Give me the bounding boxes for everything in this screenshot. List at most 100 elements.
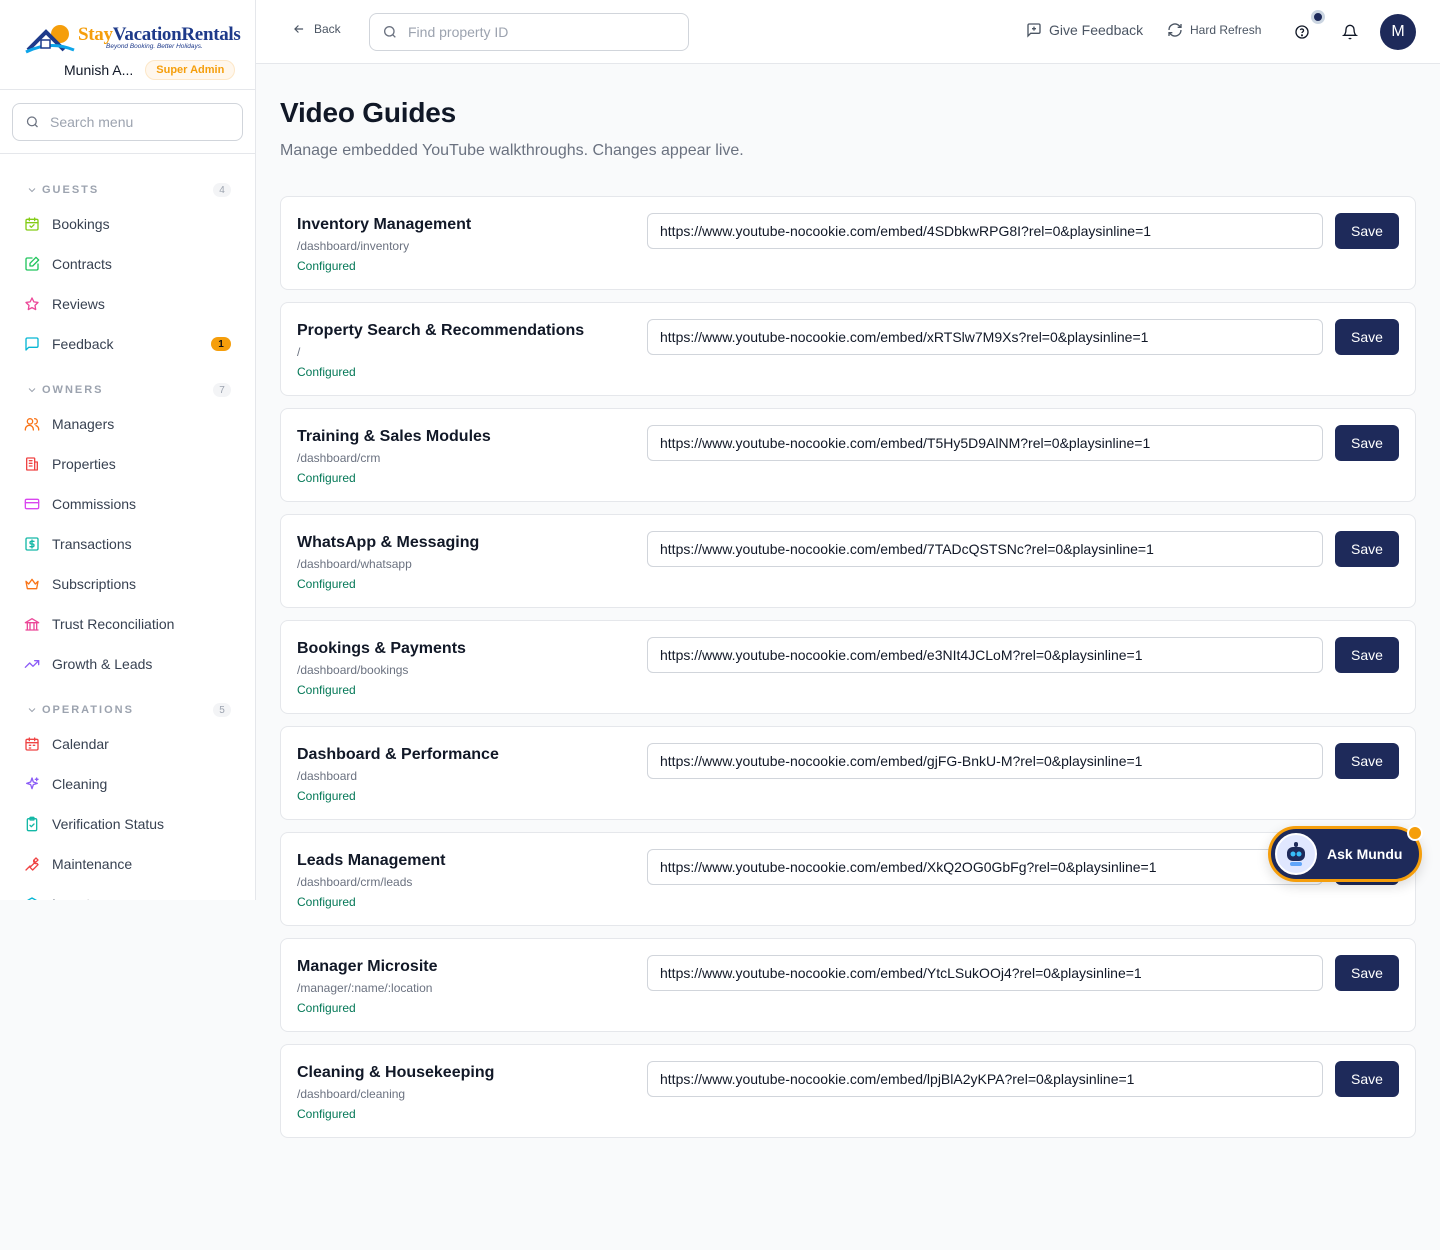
guide-status: Configured (297, 1001, 356, 1015)
nav-section-count: 4 (213, 183, 231, 197)
sidebar-item-label: Bookings (52, 216, 110, 232)
save-button[interactable]: Save (1335, 743, 1399, 779)
message-square-icon (24, 336, 40, 352)
sidebar-item-trust-reconciliation[interactable]: Trust Reconciliation (0, 604, 255, 644)
sidebar-item-transactions[interactable]: Transactions (0, 524, 255, 564)
top-bar: Back Give Feedback Hard Refresh M (256, 0, 1440, 64)
nav-section-title: OWNERS (42, 384, 104, 396)
guide-url-input[interactable] (647, 319, 1323, 355)
nav-section-title: OPERATIONS (42, 704, 134, 716)
sidebar-item-feedback[interactable]: Feedback 1 (0, 324, 255, 364)
company-logo[interactable]: StayVacationRentals Beyond Booking. Bett… (24, 18, 241, 58)
guide-title: Dashboard & Performance (297, 746, 499, 763)
clipboard-check-icon (24, 816, 40, 832)
logo-text-stay: Stay (78, 24, 113, 46)
save-button[interactable]: Save (1335, 213, 1399, 249)
video-guide-card: Manager Microsite /manager/:name/:locati… (280, 938, 1416, 1032)
guide-status: Configured (297, 789, 356, 803)
brand-header: StayVacationRentals Beyond Booking. Bett… (0, 0, 255, 90)
credit-card-icon (24, 496, 40, 512)
search-icon (384, 26, 396, 38)
sidebar-item-label: Calendar (52, 736, 109, 752)
users-icon (24, 416, 40, 432)
message-plus-icon (1027, 23, 1041, 38)
guide-route: /dashboard/cleaning (297, 1087, 406, 1101)
current-user: Munish A... Super Admin (64, 60, 236, 80)
sidebar-item-growth-leads[interactable]: Growth & Leads (0, 644, 255, 684)
save-button[interactable]: Save (1335, 425, 1399, 461)
sidebar-item-maintenance[interactable]: Maintenance (0, 844, 255, 884)
video-guides-list: Inventory Management /dashboard/inventor… (280, 196, 1416, 1150)
sidebar-item-managers[interactable]: Managers (0, 404, 255, 444)
guide-title: Bookings & Payments (297, 640, 466, 657)
sidebar-item-label: Inventory (52, 896, 231, 900)
menu-search-input[interactable] (50, 114, 230, 130)
save-button[interactable]: Save (1335, 1061, 1399, 1097)
page-title: Video Guides (280, 97, 456, 129)
help-button[interactable] (1290, 20, 1314, 44)
find-property-input[interactable] (408, 24, 668, 40)
guide-url-input[interactable] (647, 1061, 1323, 1097)
guide-title: WhatsApp & Messaging (297, 534, 480, 551)
sidebar: StayVacationRentals Beyond Booking. Bett… (0, 0, 256, 900)
sidebar-item-label: Transactions (52, 536, 132, 552)
sidebar-item-commissions[interactable]: Commissions (0, 484, 255, 524)
sidebar-item-label: Subscriptions (52, 576, 137, 592)
menu-search-box (12, 103, 243, 141)
guide-title: Property Search & Recommendations (297, 322, 585, 339)
ask-mundu-button[interactable]: Ask Mundu (1268, 826, 1422, 882)
guide-url-input[interactable] (647, 955, 1323, 991)
sidebar-item-bookings[interactable]: Bookings (0, 204, 255, 244)
chevron-down-icon (28, 188, 36, 193)
guide-url-input[interactable] (647, 743, 1323, 779)
save-button[interactable]: Save (1335, 637, 1399, 673)
bell-icon (1342, 24, 1358, 40)
sidebar-item-subscriptions[interactable]: Subscriptions (0, 564, 255, 604)
guide-url-input[interactable] (647, 637, 1323, 673)
sidebar-item-properties[interactable]: Properties (0, 444, 255, 484)
guide-status: Configured (297, 471, 356, 485)
assistant-status-dot (1407, 825, 1423, 841)
save-button[interactable]: Save (1335, 531, 1399, 567)
calendar-icon (24, 736, 40, 752)
hard-refresh-button[interactable]: Hard Refresh (1167, 22, 1261, 38)
sidebar-item-cleaning[interactable]: Cleaning (0, 764, 255, 804)
sidebar-item-inventory[interactable]: Inventory (0, 884, 255, 900)
save-button[interactable]: Save (1335, 319, 1399, 355)
file-edit-icon (24, 256, 40, 272)
guide-url-input[interactable] (647, 425, 1323, 461)
sidebar-item-reviews[interactable]: Reviews (0, 284, 255, 324)
back-button[interactable]: Back (292, 22, 341, 36)
guide-route: /dashboard (297, 769, 358, 783)
sidebar-item-badge: 1 (211, 337, 231, 351)
menu-search-container (0, 90, 255, 154)
role-badge: Super Admin (145, 60, 236, 80)
user-avatar[interactable]: M (1380, 14, 1416, 50)
sidebar-item-calendar[interactable]: Calendar (0, 724, 255, 764)
sidebar-item-contracts[interactable]: Contracts (0, 244, 255, 284)
guide-url-input[interactable] (647, 213, 1323, 249)
save-button[interactable]: Save (1335, 955, 1399, 991)
give-feedback-button[interactable]: Give Feedback (1026, 22, 1143, 38)
nav-section-owners[interactable]: OWNERS 7 (0, 376, 255, 404)
guide-status: Configured (297, 683, 356, 697)
guide-route: /dashboard/crm/leads (297, 875, 413, 889)
sidebar-item-label: Cleaning (52, 776, 108, 792)
notifications-button[interactable] (1338, 20, 1362, 44)
box-icon (24, 896, 40, 900)
guide-status: Configured (297, 577, 356, 591)
nav-section-operations[interactable]: OPERATIONS 5 (0, 696, 255, 724)
sidebar-item-label: Growth & Leads (52, 656, 153, 672)
nav-section-count: 7 (213, 383, 231, 397)
guide-url-input[interactable] (647, 849, 1323, 885)
ask-mundu-label: Ask Mundu (1327, 846, 1403, 862)
nav-section-count: 5 (213, 703, 231, 717)
chevron-down-icon (28, 708, 36, 713)
wrench-icon (24, 856, 40, 872)
sidebar-item-verification-status[interactable]: Verification Status (0, 804, 255, 844)
nav-section-guests[interactable]: GUESTS 4 (0, 176, 255, 204)
sparkles-icon (24, 776, 40, 792)
landmark-icon (24, 616, 40, 632)
video-guide-card: Dashboard & Performance /dashboard Confi… (280, 726, 1416, 820)
guide-url-input[interactable] (647, 531, 1323, 567)
